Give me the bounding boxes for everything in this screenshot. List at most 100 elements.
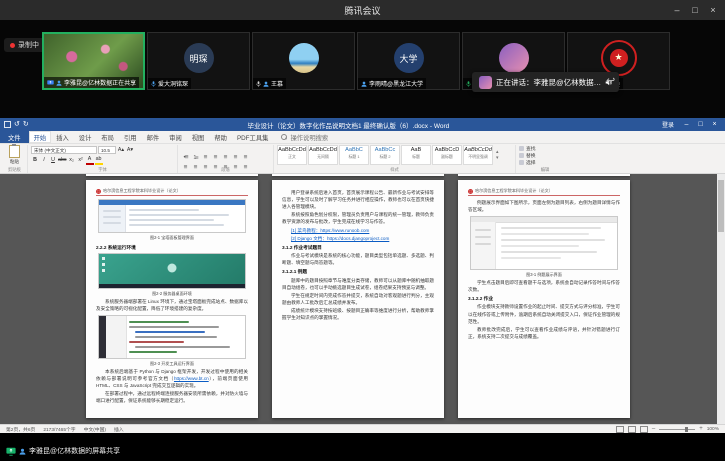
zoom-slider-thumb[interactable] <box>685 427 688 432</box>
participant-tile-sharing[interactable]: 李雅昆@亿林数据正在共享 <box>42 32 145 90</box>
line-spacing-icon[interactable] <box>221 156 230 164</box>
scrollbar-thumb[interactable] <box>718 180 724 232</box>
participant-tile[interactable]: 王慕 <box>252 32 355 90</box>
zoom-slider[interactable] <box>659 429 695 430</box>
zoom-in-button[interactable]: + <box>699 426 703 432</box>
redo-icon[interactable]: ↻ <box>23 121 29 128</box>
select-button[interactable]: 选择 <box>519 159 571 166</box>
web-layout-icon[interactable] <box>640 426 648 433</box>
group-label: 剪贴板 <box>5 166 24 173</box>
page-indicator[interactable]: 第2页，共6页 <box>6 426 35 433</box>
maximize-button[interactable]: □ <box>687 5 703 15</box>
print-layout-icon[interactable] <box>628 426 636 433</box>
outdent-icon[interactable] <box>211 146 220 154</box>
video-strip: 录制中 李雅昆@亿林数据正在共享 明琛 爱大洞铭琛 <box>0 20 725 118</box>
document-canvas[interactable]: 哈尔滨信息工程学院本科毕业设计（论文） 图2-1 宝塔面板管理界面 2.2.2 … <box>0 174 725 424</box>
number-list-icon[interactable] <box>191 146 200 154</box>
italic-button[interactable]: I <box>40 156 48 164</box>
tab-mailings[interactable]: 邮件 <box>142 131 165 143</box>
font-size-select[interactable]: 10.5 <box>98 146 116 154</box>
signin-button[interactable]: 登录 <box>662 120 674 129</box>
indent-icon[interactable] <box>221 146 230 154</box>
insert-mode[interactable]: 插入 <box>114 426 124 433</box>
hyperlink[interactable]: https://www.bt.cn <box>174 376 209 381</box>
reply-arrow-icon[interactable]: ↩ <box>606 74 615 87</box>
show-marks-icon[interactable] <box>241 146 250 154</box>
subscript-button[interactable]: x₂ <box>68 156 76 164</box>
grow-font-button[interactable]: A▴ <box>117 146 125 154</box>
styles-gallery-scroll[interactable]: ▴▾ <box>494 145 501 165</box>
participant-label: 李雨晴@黑龙江大学 <box>358 78 426 89</box>
person-icon <box>19 448 26 455</box>
sort-icon[interactable] <box>231 146 240 154</box>
participant-name: 李雨晴@黑龙江大学 <box>369 79 423 88</box>
app-title: 腾讯会议 <box>344 4 380 17</box>
select-icon <box>519 160 524 165</box>
style-subtle-emphasis[interactable]: AaBbCcDd 不明显强调 <box>463 145 493 165</box>
word-minimize-button[interactable]: – <box>680 121 693 128</box>
vertical-scrollbar[interactable] <box>717 174 725 424</box>
font-color-button[interactable]: A <box>86 155 94 165</box>
borders-icon[interactable] <box>241 156 250 164</box>
zoom-level[interactable]: 100% <box>707 427 719 432</box>
tab-insert[interactable]: 插入 <box>51 131 74 143</box>
language-indicator[interactable]: 中文(中国) <box>84 426 106 433</box>
align-center-icon[interactable] <box>191 156 200 164</box>
style-heading2[interactable]: AaBbCc 标题 2 <box>370 145 400 165</box>
tab-review[interactable]: 审阅 <box>164 131 187 143</box>
minimize-button[interactable]: – <box>669 5 685 15</box>
participant-tile[interactable]: 明琛 爱大洞铭琛 <box>147 32 250 90</box>
bullet-list-icon[interactable] <box>181 146 190 154</box>
zoom-out-button[interactable]: – <box>652 426 655 432</box>
screen-share-bar: 李雅昆@亿林数据的屏幕共享 <box>6 446 120 456</box>
doc-page-3[interactable]: 哈尔滨信息工程学院本科毕业设计（论文） 例题展示界面如下图所示，页面左侧为题目列… <box>458 180 630 418</box>
replace-button[interactable]: 替换 <box>519 152 571 159</box>
strikethrough-button[interactable]: abc <box>58 156 67 164</box>
multilevel-list-icon[interactable] <box>201 146 210 154</box>
undo-icon[interactable]: ↺ <box>14 121 20 128</box>
tab-pdf-tools[interactable]: PDF工具集 <box>232 131 274 143</box>
bold-button[interactable]: B <box>31 156 39 164</box>
tell-me-search[interactable]: 操作说明搜索 <box>281 131 328 143</box>
shrink-font-button[interactable]: A▾ <box>126 146 134 154</box>
align-left-icon[interactable] <box>181 156 190 164</box>
read-mode-icon[interactable] <box>616 426 624 433</box>
style-title[interactable]: AaB 标题 <box>401 145 431 165</box>
style-subtitle[interactable]: AaBbCcD 副标题 <box>432 145 462 165</box>
paragraph-group: 段落 <box>178 145 274 173</box>
doc-paragraph: 成绩统计模块支持按班级、按题目正确率等维度进行分析，帮助教师掌握学生对知识点的掌… <box>282 307 434 321</box>
tab-references[interactable]: 引用 <box>119 131 142 143</box>
reference-link[interactable]: [1] 菜鸟教程：https://www.runoob.com <box>282 227 434 234</box>
speaking-toast-text: 正在讲话：李雅昆@亿林数据… <box>496 77 601 88</box>
word-count[interactable]: 2173/7465个字 <box>43 426 75 433</box>
tab-layout[interactable]: 布局 <box>96 131 119 143</box>
shading-icon[interactable] <box>231 156 240 164</box>
find-button[interactable]: 查找 <box>519 145 571 152</box>
tab-file[interactable]: 文件 <box>0 131 29 143</box>
save-icon[interactable] <box>4 121 11 128</box>
word-restore-button[interactable]: □ <box>694 121 707 128</box>
style-heading1[interactable]: AaBbC 标题 1 <box>339 145 369 165</box>
tab-design[interactable]: 设计 <box>74 131 97 143</box>
superscript-button[interactable]: x² <box>77 156 85 164</box>
style-normal[interactable]: AaBbCcDd 正文 <box>277 145 307 165</box>
paste-button[interactable]: 粘贴 <box>5 145 24 165</box>
reference-link[interactable]: [2] Django 文档：https://docs.djangoproject… <box>282 235 434 242</box>
tab-view[interactable]: 视图 <box>187 131 210 143</box>
highlight-button[interactable]: ab <box>95 155 103 165</box>
doc-page-1[interactable]: 哈尔滨信息工程学院本科毕业设计（论文） 图2-1 宝塔面板管理界面 2.2.2 … <box>86 180 258 418</box>
style-no-spacing[interactable]: AaBbCcDd 无间隔 <box>308 145 338 165</box>
doc-page-2[interactable]: 用户登录系统后进入首页，首页展示课程公告、最新作业与考试安排等信息，学生可以及时… <box>272 180 444 418</box>
word-close-button[interactable]: × <box>708 121 721 128</box>
tab-home[interactable]: 开始 <box>29 131 52 143</box>
avatar <box>289 43 319 73</box>
mic-icon <box>256 81 261 87</box>
align-right-icon[interactable] <box>201 156 210 164</box>
underline-button[interactable]: U <box>49 156 57 164</box>
font-name-select[interactable]: 宋体 (中文正文) <box>31 146 97 154</box>
participant-tile[interactable]: 大学 李雨晴@黑龙江大学 <box>357 32 460 90</box>
screenshot-panel-web <box>98 199 246 233</box>
tab-help[interactable]: 帮助 <box>209 131 232 143</box>
close-button[interactable]: × <box>705 5 721 15</box>
justify-icon[interactable] <box>211 156 220 164</box>
